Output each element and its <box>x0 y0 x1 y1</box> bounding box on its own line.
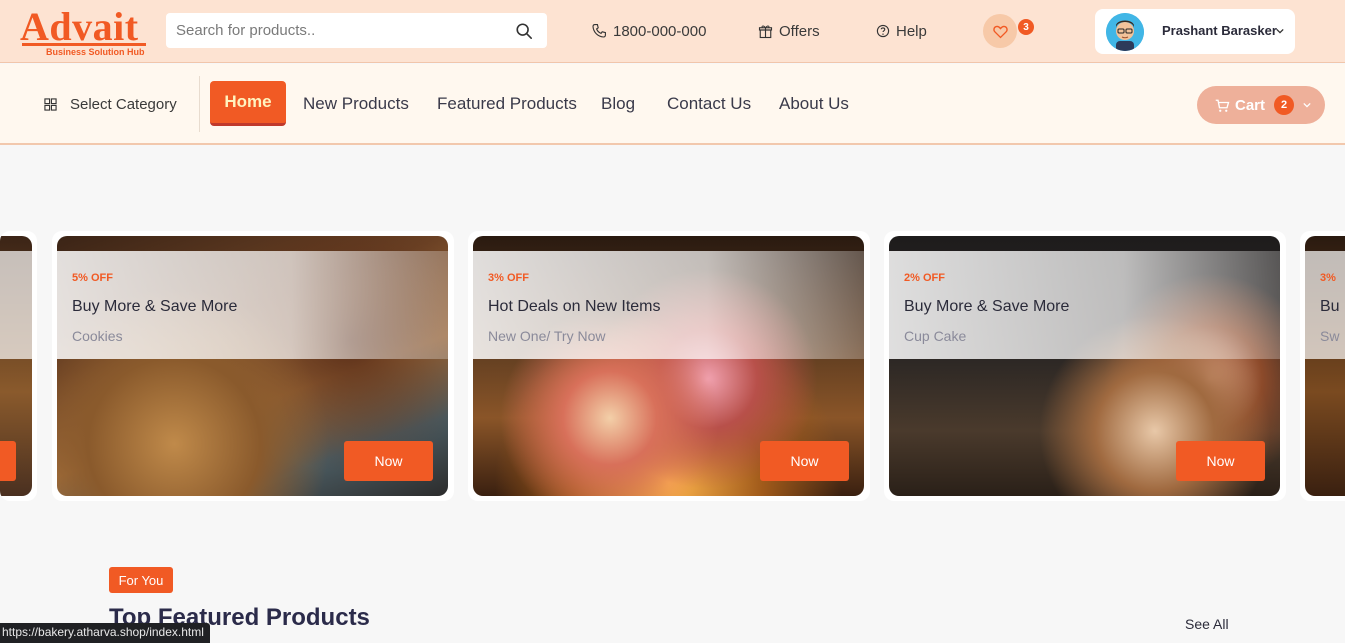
promo-title: Hot Deals on New Items <box>488 298 661 315</box>
chevron-down-icon <box>1276 28 1284 34</box>
gift-icon <box>758 25 773 38</box>
phone-icon <box>592 24 606 38</box>
discount-label: 2% OFF <box>904 272 945 284</box>
phone-number: 1800-000-000 <box>613 22 707 40</box>
user-name: Prashant Barasker <box>1162 23 1277 38</box>
help-link[interactable]: Help <box>876 20 927 42</box>
promo-title: Buy More & Save More <box>72 298 238 315</box>
nav-link-blog[interactable]: Blog <box>601 94 635 114</box>
chevron-down-icon <box>1303 102 1311 108</box>
search-icon[interactable] <box>515 22 533 40</box>
heart-icon <box>992 25 1008 38</box>
search-bar <box>166 13 547 48</box>
carousel-card-partial-left <box>0 231 37 501</box>
avatar <box>1106 13 1144 51</box>
cart-icon <box>1215 99 1230 112</box>
offers-link[interactable]: Offers <box>758 20 820 42</box>
for-you-badge: For You <box>109 567 173 593</box>
user-menu[interactable]: Prashant Barasker <box>1095 9 1295 54</box>
promo-subtitle: New One/ Try Now <box>488 328 606 344</box>
now-button[interactable] <box>0 441 16 481</box>
nav-link-new-products[interactable]: New Products <box>303 94 409 114</box>
now-button[interactable]: Now <box>760 441 849 481</box>
search-input[interactable] <box>166 13 496 48</box>
wishlist-button[interactable] <box>983 14 1017 48</box>
see-all-link[interactable]: See All <box>1185 616 1229 632</box>
grid-icon <box>44 98 57 111</box>
discount-label: 3% <box>1320 272 1336 284</box>
wishlist-count-badge: 3 <box>1018 19 1034 35</box>
top-header: Advait Business Solution Hub 1800-000-00… <box>0 0 1345 63</box>
carousel-card: 2% OFF Buy More & Save More Cup Cake Now <box>884 231 1286 501</box>
logo-tagline: Business Solution Hub <box>46 47 145 57</box>
discount-label: 3% OFF <box>488 272 529 284</box>
cart-label: Cart <box>1235 96 1266 114</box>
offers-label: Offers <box>779 22 820 40</box>
phone-contact[interactable]: 1800-000-000 <box>591 20 706 42</box>
promo-image-cupcake: 2% OFF Buy More & Save More Cup Cake Now <box>889 236 1280 496</box>
cart-button[interactable]: Cart 2 <box>1197 86 1325 124</box>
select-category-label: Select Category <box>70 96 177 113</box>
discount-label: 5% OFF <box>72 272 113 284</box>
help-label: Help <box>896 22 927 40</box>
nav-divider <box>199 76 200 132</box>
promo-title: Bu <box>1320 298 1340 315</box>
carousel-card: 3% OFF Hot Deals on New Items New One/ T… <box>468 231 870 501</box>
logo-underline <box>22 43 146 46</box>
nav-link-contact-us[interactable]: Contact Us <box>667 94 751 114</box>
nav-link-home[interactable]: Home <box>210 81 286 126</box>
nav-link-about-us[interactable]: About Us <box>779 94 849 114</box>
promo-subtitle: Sw <box>1320 328 1340 344</box>
select-category-button[interactable]: Select Category <box>44 96 177 113</box>
now-button[interactable]: Now <box>1176 441 1265 481</box>
promo-subtitle: Cup Cake <box>904 328 967 344</box>
avatar-illustration <box>1106 13 1144 51</box>
nav-link-featured-products[interactable]: Featured Products <box>437 94 577 114</box>
now-button[interactable]: Now <box>344 441 433 481</box>
main-nav: Select Category Home New Products Featur… <box>0 64 1345 145</box>
carousel-card-partial-right: 3% Bu Sw <box>1300 231 1345 501</box>
promo-subtitle: Cookies <box>72 328 123 344</box>
promo-image-cakes: 3% OFF Hot Deals on New Items New One/ T… <box>473 236 864 496</box>
promo-image-cookies: 5% OFF Buy More & Save More Cookies Now <box>57 236 448 496</box>
brand-logo[interactable]: Advait Business Solution Hub <box>20 4 150 60</box>
promo-title: Buy More & Save More <box>904 298 1070 315</box>
cart-count-badge: 2 <box>1274 95 1295 115</box>
help-icon <box>876 24 890 38</box>
status-bar-url: https://bakery.atharva.shop/index.html <box>0 623 210 643</box>
carousel-card: 5% OFF Buy More & Save More Cookies Now <box>52 231 454 501</box>
